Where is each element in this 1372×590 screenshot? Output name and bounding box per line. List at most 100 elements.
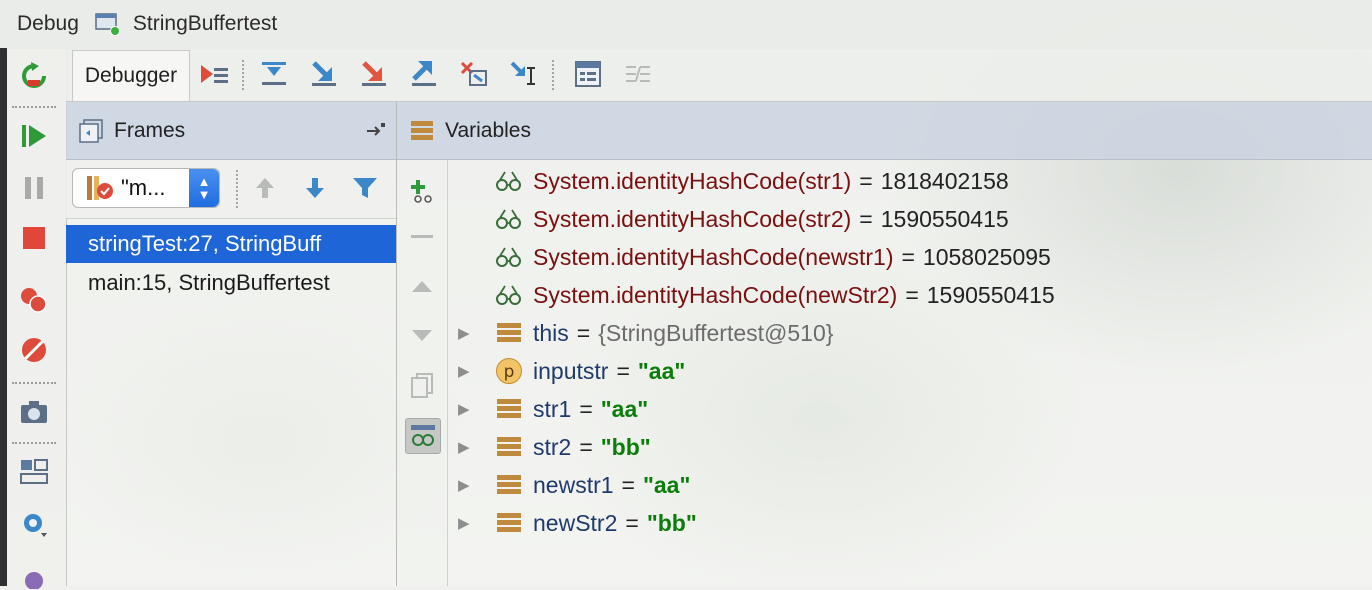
remove-watch-icon[interactable] xyxy=(405,220,439,254)
field-icon xyxy=(495,319,523,347)
expand-arrow-icon[interactable]: ▶ xyxy=(458,324,474,342)
frame-row-label: stringTest:27, StringBuff xyxy=(88,231,322,256)
step-into-icon[interactable] xyxy=(306,56,342,92)
filter-icon[interactable] xyxy=(350,173,380,203)
watch-expression: System.identityHashCode(str2) xyxy=(533,205,852,232)
variable-value: "aa" xyxy=(642,471,691,498)
variable-row[interactable]: ▶ newStr2 = "bb" xyxy=(458,504,697,542)
watch-row[interactable]: System.identityHashCode(str2) = 15905504… xyxy=(458,200,1009,238)
variable-value: "aa" xyxy=(600,395,649,422)
variable-name: newStr2 xyxy=(533,509,618,536)
toolbar-separator xyxy=(242,60,244,90)
plugin-icon[interactable] xyxy=(18,558,50,590)
rerun-icon[interactable] xyxy=(18,60,50,92)
drop-frame-icon[interactable] xyxy=(456,56,492,92)
variable-name: str1 xyxy=(533,395,572,422)
show-execution-point-icon[interactable] xyxy=(196,56,232,92)
field-icon xyxy=(495,433,523,461)
variable-name: str2 xyxy=(533,433,572,460)
toolbar-separator xyxy=(12,442,56,444)
field-icon xyxy=(495,395,523,423)
watch-value: 1590550415 xyxy=(880,205,1009,232)
window-edge xyxy=(0,48,7,586)
camera-icon[interactable] xyxy=(18,396,50,428)
watch-value: 1058025095 xyxy=(922,243,1051,270)
force-step-into-icon[interactable] xyxy=(356,56,392,92)
debug-label: Debug xyxy=(17,12,79,35)
toolbar-separator xyxy=(12,106,56,108)
run-to-cursor-icon[interactable] xyxy=(506,56,542,92)
expand-arrow-icon[interactable]: ▶ xyxy=(458,438,474,456)
toolbar-separator xyxy=(12,382,56,384)
view-breakpoints-icon[interactable] xyxy=(18,284,50,316)
frame-row[interactable]: main:15, StringBuffertest xyxy=(66,264,396,302)
toolbar-separator xyxy=(552,60,554,90)
variables-side-toolbar xyxy=(397,160,448,586)
variable-row[interactable]: ▶ str2 = "bb" xyxy=(458,428,651,466)
tab-debugger[interactable]: Debugger xyxy=(72,50,190,101)
variable-value: "aa" xyxy=(637,357,686,384)
trace-stream-icon[interactable] xyxy=(620,56,656,92)
expand-arrow-icon[interactable]: ▶ xyxy=(458,514,474,532)
expand-arrow-icon[interactable]: ▶ xyxy=(458,476,474,494)
expand-arrow-icon[interactable]: ▶ xyxy=(458,400,474,418)
frames-title: Frames xyxy=(114,118,186,142)
watch-row[interactable]: System.identityHashCode(newStr2) = 15905… xyxy=(458,276,1055,314)
frames-header: Frames xyxy=(66,102,396,160)
thread-selector-label: "m... xyxy=(121,175,166,200)
watch-expression: System.identityHashCode(newStr2) xyxy=(533,281,898,308)
frame-row-selected[interactable]: stringTest:27, StringBuff xyxy=(66,225,396,263)
move-up-icon[interactable] xyxy=(405,270,439,304)
debug-side-toolbar xyxy=(0,48,67,589)
variable-value: {StringBuffertest@510} xyxy=(598,319,834,346)
variable-row[interactable]: ▶ newstr1 = "aa" xyxy=(458,466,690,504)
variable-row[interactable]: ▶ this = {StringBuffertest@510} xyxy=(458,314,833,352)
chevron-updown-icon: ▲ ▼ xyxy=(189,169,219,207)
layout-icon[interactable] xyxy=(18,456,50,488)
run-config-name[interactable]: StringBuffertest xyxy=(133,12,277,36)
variables-icon xyxy=(409,118,435,144)
thread-suspended-icon xyxy=(85,175,115,206)
watch-glasses-icon xyxy=(495,281,523,309)
watch-expression: System.identityHashCode(str1) xyxy=(533,167,852,194)
parameter-icon: p xyxy=(495,357,523,385)
variable-value: "bb" xyxy=(600,433,651,460)
next-frame-icon[interactable] xyxy=(300,173,330,203)
watch-expression: System.identityHashCode(newstr1) xyxy=(533,243,894,270)
watch-value: 1590550415 xyxy=(926,281,1055,308)
frames-icon xyxy=(78,118,104,144)
frame-row-label: main:15, StringBuffertest xyxy=(88,270,330,295)
variable-row[interactable]: ▶ p inputstr = "aa" xyxy=(458,352,685,390)
variable-row[interactable]: ▶ str1 = "aa" xyxy=(458,390,648,428)
debugger-toolbar: Debugger xyxy=(66,48,1372,102)
variable-name: newstr1 xyxy=(533,471,614,498)
watch-row[interactable]: System.identityHashCode(newstr1) = 10580… xyxy=(458,238,1051,276)
step-out-icon[interactable] xyxy=(406,56,442,92)
stop-icon[interactable] xyxy=(18,222,50,254)
watch-glasses-icon xyxy=(495,243,523,271)
variable-name: this xyxy=(533,319,569,346)
evaluate-expression-icon[interactable] xyxy=(570,56,606,92)
move-down-icon[interactable] xyxy=(405,318,439,352)
settings-gear-icon[interactable] xyxy=(18,508,50,540)
variable-value: "bb" xyxy=(646,509,697,536)
run-config-icon xyxy=(95,12,121,36)
new-watch-icon[interactable] xyxy=(405,172,439,206)
resume-icon[interactable] xyxy=(18,120,50,152)
restore-layout-icon[interactable] xyxy=(366,120,388,146)
watch-value: 1818402158 xyxy=(880,167,1009,194)
copy-icon[interactable] xyxy=(405,368,439,402)
watch-glasses-icon xyxy=(495,205,523,233)
svg-text:p: p xyxy=(504,362,515,382)
variables-title: Variables xyxy=(445,118,531,142)
show-watches-toggle-icon[interactable] xyxy=(405,418,441,454)
previous-frame-icon[interactable] xyxy=(250,173,280,203)
watch-row[interactable]: System.identityHashCode(str1) = 18184021… xyxy=(458,162,1009,200)
step-over-icon[interactable] xyxy=(256,56,292,92)
mute-breakpoints-icon[interactable] xyxy=(18,334,50,366)
expand-arrow-icon[interactable]: ▶ xyxy=(458,362,474,380)
variable-name: inputstr xyxy=(533,357,609,384)
toolbar-separator xyxy=(236,170,238,208)
pause-icon[interactable] xyxy=(18,172,50,204)
thread-selector[interactable]: "m... ▲ ▼ xyxy=(72,168,220,208)
